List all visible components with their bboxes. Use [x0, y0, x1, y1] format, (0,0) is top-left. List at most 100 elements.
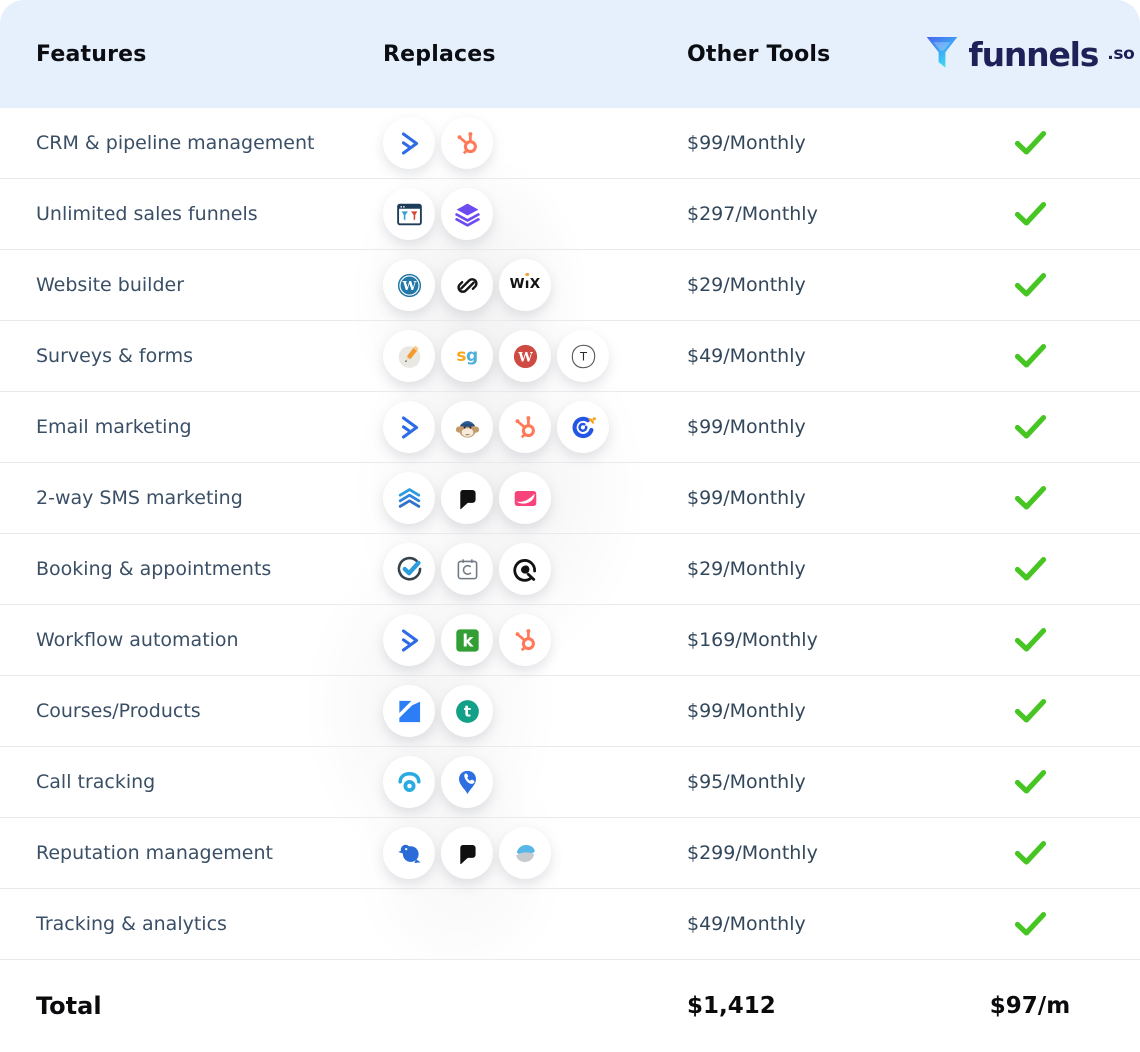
- check-icon: [1014, 272, 1047, 298]
- podium-icon: [441, 472, 493, 524]
- feature-cell: 2-way SMS marketing: [0, 487, 383, 509]
- keap-icon: k: [441, 614, 493, 666]
- replaces-tools: [383, 472, 687, 524]
- other-tools-price: $95/Monthly: [687, 771, 806, 793]
- price-cell: $169/Monthly: [687, 629, 920, 651]
- funnels-included-cell: [920, 556, 1140, 582]
- constant-contact-icon: [557, 401, 609, 453]
- funnels-included-cell: [920, 911, 1140, 937]
- check-icon: [1014, 201, 1047, 227]
- price-cell: $99/Monthly: [687, 416, 920, 438]
- pencil-form-icon: [383, 330, 435, 382]
- feature-cell: Call tracking: [0, 771, 383, 793]
- table-header: Features Replaces Other Tools funnels .s…: [0, 0, 1140, 108]
- feature-label: Call tracking: [36, 771, 155, 793]
- feature-label: Unlimited sales funnels: [36, 203, 258, 225]
- price-cell: $49/Monthly: [687, 345, 920, 367]
- replaces-tools: [383, 401, 687, 453]
- svg-text:t: t: [463, 702, 470, 720]
- check-icon: [1014, 130, 1047, 156]
- other-tools-price: $297/Monthly: [687, 203, 818, 225]
- other-tools-price: $49/Monthly: [687, 345, 806, 367]
- calendly-icon: [441, 543, 493, 595]
- table-row: CRM & pipeline management $99/Monthly: [0, 108, 1140, 179]
- check-icon: [1014, 840, 1047, 866]
- other-tools-total: $1,412: [687, 993, 920, 1019]
- mailchimp-icon: [441, 401, 493, 453]
- hubspot-icon: [499, 401, 551, 453]
- kajabi-icon: [383, 685, 435, 737]
- swell-icon: [499, 827, 551, 879]
- feature-cell: Workflow automation: [0, 629, 383, 651]
- table-row: 2-way SMS marketing $99/Monthly: [0, 463, 1140, 534]
- feature-cell: Reputation management: [0, 842, 383, 864]
- price-cell: $99/Monthly: [687, 132, 920, 154]
- price-cell: $299/Monthly: [687, 842, 920, 864]
- column-header-other-tools: Other Tools: [687, 42, 920, 67]
- other-tools-price: $99/Monthly: [687, 416, 806, 438]
- feature-cell: Booking & appointments: [0, 558, 383, 580]
- typeform-icon: T: [557, 330, 609, 382]
- funnels-included-cell: [920, 627, 1140, 653]
- table-row: Booking & appointments $29/Monthly: [0, 534, 1140, 605]
- check-icon: [1014, 627, 1047, 653]
- teachable-icon: t: [441, 685, 493, 737]
- price-cell: $99/Monthly: [687, 487, 920, 509]
- funnels-included-cell: [920, 769, 1140, 795]
- funnels-included-cell: [920, 272, 1140, 298]
- feature-label: Email marketing: [36, 416, 192, 438]
- hubspot-icon: [441, 117, 493, 169]
- table-body: CRM & pipeline management $99/Monthly Un…: [0, 108, 1140, 960]
- surveygizmo-icon: sg: [441, 330, 493, 382]
- brand-tld: .so: [1107, 44, 1134, 64]
- activecampaign-icon: [383, 614, 435, 666]
- wufoo-icon: W: [499, 330, 551, 382]
- phone-pin-icon: [441, 756, 493, 808]
- replaces-tools: [383, 827, 687, 879]
- svg-text:k: k: [462, 631, 474, 650]
- other-tools-price: $29/Monthly: [687, 558, 806, 580]
- table-row: Website builder WWıX $29/Monthly: [0, 250, 1140, 321]
- replaces-tools: WWıX: [383, 259, 687, 311]
- squarespace-icon: [441, 259, 493, 311]
- replaces-tools: k: [383, 614, 687, 666]
- table-row: Email marketing $99/Monthly: [0, 392, 1140, 463]
- feature-label: Tracking & analytics: [36, 913, 227, 935]
- feature-label: Website builder: [36, 274, 184, 296]
- feature-cell: Website builder: [0, 274, 383, 296]
- svg-text:W: W: [517, 350, 533, 365]
- feature-label: Courses/Products: [36, 700, 201, 722]
- check-icon: [1014, 556, 1047, 582]
- replaces-tools: t: [383, 685, 687, 737]
- funnels-included-cell: [920, 343, 1140, 369]
- brand-wordmark: funnels: [968, 35, 1098, 74]
- replaces-tools: sg W T: [383, 330, 687, 382]
- callrail-icon: [383, 756, 435, 808]
- check-icon: [1014, 343, 1047, 369]
- price-cell: $95/Monthly: [687, 771, 920, 793]
- total-row: Total $1,412 $97/m: [0, 960, 1140, 1052]
- feature-cell: CRM & pipeline management: [0, 132, 383, 154]
- check-icon: [1014, 485, 1047, 511]
- wordpress-icon: W: [383, 259, 435, 311]
- replaces-tools: [383, 756, 687, 808]
- other-tools-price: $299/Monthly: [687, 842, 818, 864]
- check-icon: [1014, 698, 1047, 724]
- funnels-included-cell: [920, 840, 1140, 866]
- feature-cell: Courses/Products: [0, 700, 383, 722]
- check-icon: [1014, 911, 1047, 937]
- total-label: Total: [0, 992, 383, 1020]
- pink-envelope-icon: [499, 472, 551, 524]
- replaces-tools: [383, 543, 687, 595]
- funnels-total: $97/m: [920, 993, 1140, 1019]
- podium-icon: [441, 827, 493, 879]
- funnels-logo: funnels .so: [920, 35, 1140, 74]
- other-tools-price: $29/Monthly: [687, 274, 806, 296]
- price-cell: $29/Monthly: [687, 274, 920, 296]
- feature-label: Workflow automation: [36, 629, 239, 651]
- funnels-included-cell: [920, 130, 1140, 156]
- feature-label: Surveys & forms: [36, 345, 193, 367]
- table-row: Reputation management $299/Monthly: [0, 818, 1140, 889]
- funnels-included-cell: [920, 414, 1140, 440]
- feature-label: 2-way SMS marketing: [36, 487, 243, 509]
